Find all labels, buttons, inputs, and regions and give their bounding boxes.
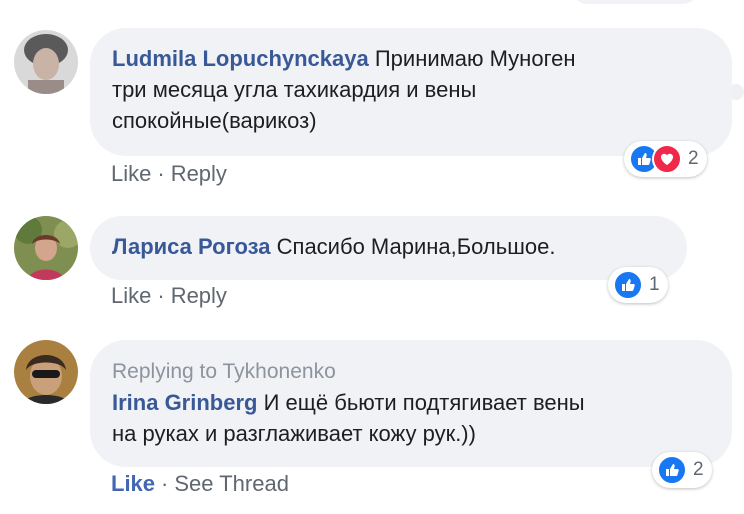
separator-dot: · [157,283,165,308]
reaction-summary[interactable]: 1 [608,267,668,303]
separator-dot: · [157,161,165,186]
comment-text: Принимаю Муноген [374,46,576,71]
reaction-count: 1 [649,274,660,295]
reaction-summary[interactable]: 2 [624,141,707,177]
avatar[interactable] [14,30,78,94]
reaction-count: 2 [688,148,699,169]
like-icon [613,270,643,300]
like-button[interactable]: Like [111,471,155,496]
comment-text: Спасибо Марина,Большое. [276,234,556,259]
reply-button[interactable]: Reply [171,283,227,308]
comment-actions: Like · Reply [111,161,227,187]
replying-to-label[interactable]: Replying to Tykhonenko [112,360,336,383]
reaction-summary[interactable]: 2 [652,452,712,488]
previous-comment-edge [570,0,700,4]
comment-author[interactable]: Лариса Рогоза [112,234,271,259]
love-icon [652,144,682,174]
comment-author[interactable]: Irina Grinberg [112,390,257,415]
reply-button[interactable]: Reply [171,161,227,186]
comment-bubble: Replying to Tykhonenko Irina Grinberg И … [90,340,732,467]
separator-dot: · [161,471,169,496]
comment-text: И ещё бьюти подтягивает вены [263,390,585,415]
like-button[interactable]: Like [111,161,151,186]
comment-bubble: Лариса Рогоза Спасибо Марина,Большое. [90,216,687,280]
comment-bubble: Ludmila Lopuchynckaya Принимаю Муноген т… [90,28,732,156]
like-button[interactable]: Like [111,283,151,308]
comment-text: на руках и разглаживает кожу рук.)) [112,421,476,446]
avatar[interactable] [14,340,78,404]
comment-actions: Like · See Thread [111,471,289,497]
see-thread-button[interactable]: See Thread [174,471,289,496]
like-icon [657,455,687,485]
comment-text: спокойные(варикоз) [112,108,317,133]
comment-actions: Like · Reply [111,283,227,309]
comment-text: три месяца угла тахикардия и вены [112,77,477,102]
comment-author[interactable]: Ludmila Lopuchynckaya [112,46,369,71]
reaction-count: 2 [693,459,704,480]
avatar[interactable] [14,216,78,280]
